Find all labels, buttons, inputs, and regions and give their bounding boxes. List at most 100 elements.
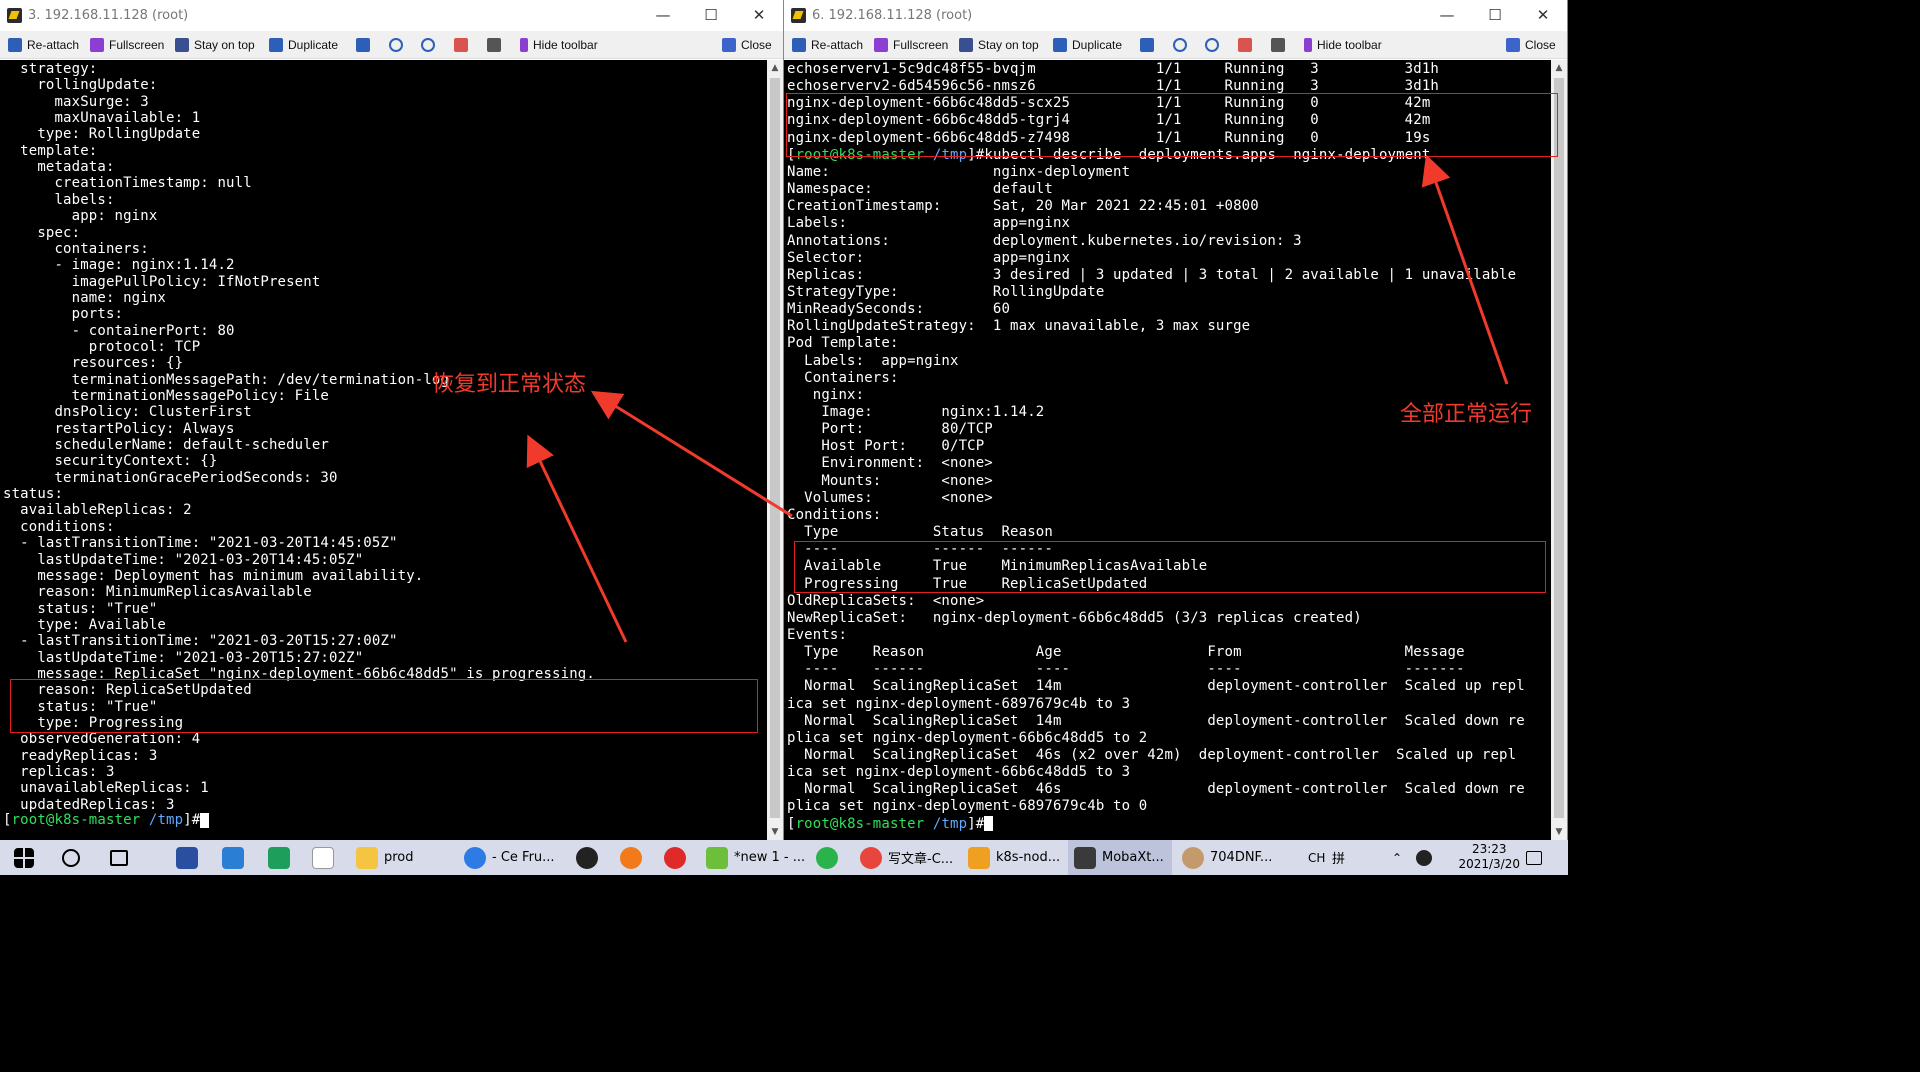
- stay-on-top-button[interactable]: Stay on top: [175, 31, 255, 59]
- right-scrollbar[interactable]: ▲ ▼: [1551, 60, 1567, 840]
- left-scrollbar[interactable]: ▲ ▼: [767, 60, 783, 840]
- minimize-button[interactable]: —: [1424, 0, 1470, 31]
- taskbar-item-prod[interactable]: prod: [356, 840, 414, 875]
- system-clock[interactable]: 23:23 2021/3/20: [1458, 842, 1520, 872]
- window-close-button[interactable]: ✕: [736, 0, 782, 31]
- taskbar-firefox[interactable]: [620, 840, 648, 875]
- zoom-out-icon: [421, 38, 435, 52]
- taskbar-vscode[interactable]: [222, 840, 250, 875]
- terminal-line: Volumes: <none>: [787, 489, 993, 506]
- left-terminal[interactable]: strategy: rollingUpdate: maxSurge: 3 max…: [0, 60, 768, 840]
- start-button[interactable]: [14, 840, 40, 875]
- hide-toolbar-button[interactable]: Hide toolbar: [1304, 31, 1382, 59]
- zoom-in-button[interactable]: [389, 31, 408, 59]
- terminal-line: status: "True": [3, 698, 158, 715]
- close-session-button[interactable]: Close: [1506, 31, 1556, 59]
- duplicate-icon: [269, 38, 283, 52]
- right-terminal[interactable]: echoserverv1-5c9dc48f55-bvqjm 1/1 Runnin…: [784, 60, 1552, 840]
- terminal-line: imagePullPolicy: IfNotPresent: [3, 273, 321, 290]
- left-toolbar: Re-attach Fullscreen Stay on top Duplica…: [0, 31, 783, 59]
- scroll-thumb[interactable]: [770, 78, 780, 818]
- ime-mode-indicator[interactable]: 拼: [1332, 840, 1345, 875]
- tray-qq-icon[interactable]: [1416, 840, 1438, 875]
- terminal-line: rollingUpdate:: [3, 77, 158, 94]
- terminal-line: NewReplicaSet: nginx-deployment-66b6c48d…: [787, 609, 1362, 626]
- taskbar-item-chrome[interactable]: 写文章-C...: [860, 840, 953, 875]
- edit-button[interactable]: [1140, 31, 1159, 59]
- taskbar-item-notepad[interactable]: *new 1 - ...: [706, 840, 805, 875]
- taskbar-qq[interactable]: [576, 840, 604, 875]
- scroll-thumb[interactable]: [1554, 78, 1564, 818]
- terminal-line: OldReplicaSets: <none>: [787, 592, 985, 609]
- terminal-line: securityContext: {}: [3, 453, 218, 470]
- right-window-title: 6. 192.168.11.128 (root): [812, 8, 973, 23]
- terminal-line: resources: {}: [3, 355, 184, 372]
- mobaxterm-icon: [1074, 846, 1096, 869]
- terminal-line: Port: 80/TCP: [787, 421, 993, 438]
- terminal-line: labels:: [3, 191, 115, 208]
- close-icon: [1506, 38, 1520, 52]
- fullscreen-icon: [90, 38, 104, 52]
- scroll-up-arrow[interactable]: ▲: [767, 60, 783, 76]
- tray-expand-icon[interactable]: ⌃: [1392, 840, 1402, 875]
- fullscreen-button[interactable]: Fullscreen: [874, 31, 948, 59]
- taskbar-music[interactable]: [664, 840, 692, 875]
- mobaxterm-app-icon: [791, 8, 806, 23]
- prompt-line[interactable]: [root@k8s-master /tmp]#: [3, 812, 210, 829]
- terminal-line: name: nginx: [3, 289, 166, 306]
- reattach-button[interactable]: Re-attach: [8, 31, 79, 59]
- terminal-line: conditions:: [3, 518, 115, 535]
- terminal-line: Normal ScalingReplicaSet 14m deployment-…: [787, 712, 1525, 729]
- print-button[interactable]: [1271, 31, 1290, 59]
- taskbar-item-mobaxterm[interactable]: MobaXt...: [1068, 840, 1172, 875]
- print-button[interactable]: [487, 31, 506, 59]
- terminal-line: dnsPolicy: ClusterFirst: [3, 404, 252, 421]
- prompt-bracket-close: ]#: [967, 146, 985, 163]
- taskbar-item-k8s[interactable]: k8s-nod...: [968, 840, 1060, 875]
- terminal-line: Containers:: [787, 369, 899, 386]
- taskbar-wechat[interactable]: [816, 840, 844, 875]
- taskbar-app-1[interactable]: [176, 840, 204, 875]
- taskbar-item-browser[interactable]: - Ce Fru...: [464, 840, 555, 875]
- terminal-line: reason: MinimumReplicasAvailable: [3, 584, 312, 601]
- scroll-down-arrow[interactable]: ▼: [767, 824, 783, 840]
- fullscreen-button[interactable]: Fullscreen: [90, 31, 164, 59]
- prompt-line[interactable]: [root@k8s-master /tmp]#: [787, 815, 994, 833]
- taskbar-item-704dnf[interactable]: 704DNF...: [1182, 840, 1272, 875]
- task-view-button[interactable]: [110, 840, 134, 875]
- maximize-button[interactable]: ☐: [1472, 0, 1518, 31]
- maximize-button[interactable]: ☐: [688, 0, 734, 31]
- taskbar-typora[interactable]: [312, 840, 340, 875]
- reattach-button[interactable]: Re-attach: [792, 31, 863, 59]
- zoom-out-button[interactable]: [421, 31, 440, 59]
- app-icon: [176, 846, 198, 869]
- window-close-button[interactable]: ✕: [1520, 0, 1566, 31]
- close-icon: [722, 38, 736, 52]
- taskbar-pycharm[interactable]: [268, 840, 296, 875]
- minimize-button[interactable]: —: [640, 0, 686, 31]
- stay-on-top-icon: [959, 38, 973, 52]
- terminal-line: type: Available: [3, 616, 166, 633]
- stay-on-top-button[interactable]: Stay on top: [959, 31, 1039, 59]
- prompt-bracket-open: [: [787, 815, 796, 832]
- camera-button[interactable]: [454, 31, 473, 59]
- terminal-line: observedGeneration: 4: [3, 731, 201, 748]
- zoom-in-button[interactable]: [1173, 31, 1192, 59]
- scroll-down-arrow[interactable]: ▼: [1551, 824, 1567, 840]
- search-button[interactable]: [62, 840, 86, 875]
- ime-indicator[interactable]: CH: [1308, 840, 1325, 875]
- terminal-line: reason: ReplicaSetUpdated: [3, 682, 252, 699]
- terminal-line: spec:: [3, 224, 81, 241]
- terminal-line: Annotations: deployment.kubernetes.io/re…: [787, 232, 1302, 249]
- terminal-line: Selector: app=nginx: [787, 249, 1071, 266]
- terminal-line: Environment: <none>: [787, 455, 993, 472]
- scroll-up-arrow[interactable]: ▲: [1551, 60, 1567, 76]
- duplicate-button[interactable]: Duplicate: [269, 31, 338, 59]
- camera-button[interactable]: [1238, 31, 1257, 59]
- close-session-button[interactable]: Close: [722, 31, 772, 59]
- hide-toolbar-button[interactable]: Hide toolbar: [520, 31, 598, 59]
- edit-button[interactable]: [356, 31, 375, 59]
- zoom-out-button[interactable]: [1205, 31, 1224, 59]
- notification-button[interactable]: [1526, 840, 1548, 875]
- duplicate-button[interactable]: Duplicate: [1053, 31, 1122, 59]
